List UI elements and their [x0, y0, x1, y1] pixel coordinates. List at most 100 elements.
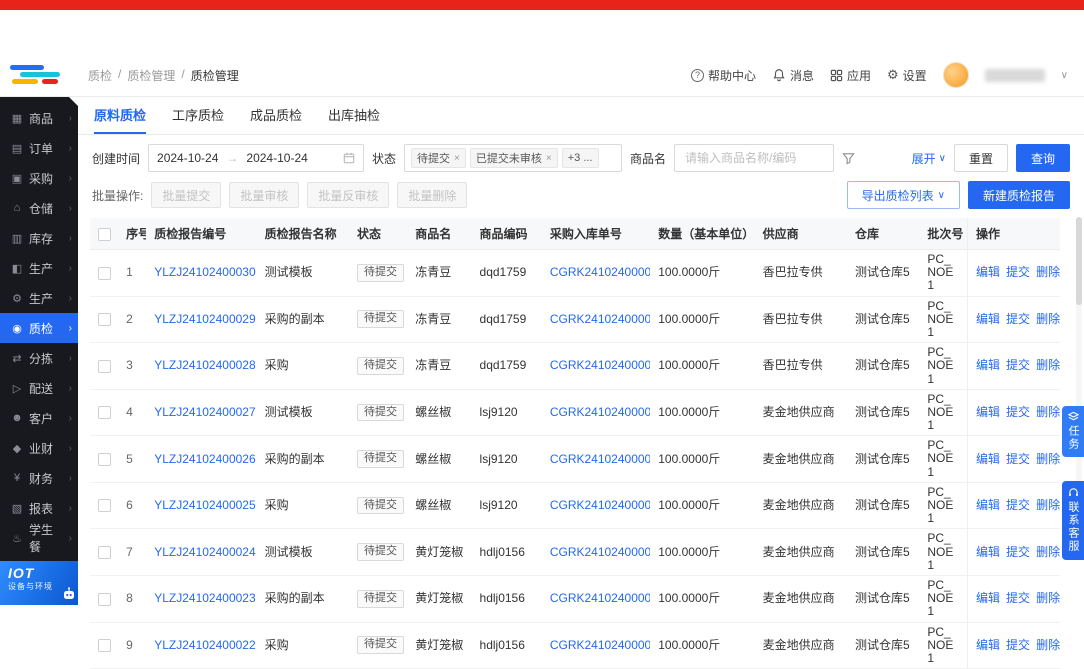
- status-tag-more[interactable]: +3 ...: [561, 148, 599, 168]
- submit-link[interactable]: 提交: [1006, 312, 1030, 326]
- date-range-picker[interactable]: 2024-10-24 → 2024-10-24: [148, 144, 365, 172]
- report-number-link[interactable]: YLZJ24102400022: [154, 638, 255, 652]
- close-icon[interactable]: ×: [454, 153, 460, 164]
- row-checkbox[interactable]: [98, 266, 111, 280]
- edit-link[interactable]: 编辑: [976, 638, 1000, 652]
- edit-link[interactable]: 编辑: [976, 545, 1000, 559]
- delete-link[interactable]: 删除: [1036, 405, 1060, 419]
- row-checkbox[interactable]: [98, 406, 111, 420]
- row-checkbox[interactable]: [98, 592, 111, 606]
- chevron-down-icon[interactable]: ∨: [1061, 70, 1068, 81]
- status-select[interactable]: 待提交 × 已提交未审核 × +3 ...: [404, 144, 623, 172]
- inbound-number-link[interactable]: CGRK24102400004: [550, 638, 650, 652]
- sidebar-item-production-2[interactable]: ⚙ 生产 ›: [0, 283, 78, 313]
- inbound-number-link[interactable]: CGRK24102400005: [550, 358, 650, 372]
- tab-finished-qc[interactable]: 成品质检: [250, 97, 302, 134]
- batch-submit-button[interactable]: 批量提交: [151, 182, 222, 208]
- tab-outbound-sampling[interactable]: 出库抽检: [328, 97, 380, 134]
- delete-link[interactable]: 删除: [1036, 545, 1060, 559]
- search-button[interactable]: 查询: [1015, 144, 1070, 172]
- delete-link[interactable]: 删除: [1036, 638, 1060, 652]
- apps-button[interactable]: 应用: [830, 67, 871, 84]
- breadcrumb-level-2[interactable]: 质检管理: [127, 67, 175, 84]
- report-number-link[interactable]: YLZJ24102400026: [154, 452, 255, 466]
- delete-link[interactable]: 删除: [1036, 452, 1060, 466]
- task-float-button[interactable]: 任务: [1062, 406, 1084, 457]
- edit-link[interactable]: 编辑: [976, 312, 1000, 326]
- expand-toggle[interactable]: 展开 ∨: [912, 150, 946, 167]
- batch-unreview-button[interactable]: 批量反审核: [307, 182, 390, 208]
- edit-link[interactable]: 编辑: [976, 265, 1000, 279]
- report-number-link[interactable]: YLZJ24102400029: [154, 312, 255, 326]
- inbound-number-link[interactable]: CGRK24102400004: [550, 591, 650, 605]
- report-number-link[interactable]: YLZJ24102400028: [154, 358, 255, 372]
- edit-link[interactable]: 编辑: [976, 358, 1000, 372]
- export-qc-list-button[interactable]: 导出质检列表 ∨: [846, 181, 960, 209]
- sidebar-item-biz-finance[interactable]: ◆ 业财 ›: [0, 433, 78, 463]
- avatar[interactable]: [942, 62, 969, 88]
- row-checkbox[interactable]: [98, 499, 111, 513]
- sidebar-item-orders[interactable]: ▤ 订单 ›: [0, 133, 78, 163]
- delete-link[interactable]: 删除: [1036, 265, 1060, 279]
- submit-link[interactable]: 提交: [1006, 452, 1030, 466]
- delete-link[interactable]: 删除: [1036, 312, 1060, 326]
- product-name-input[interactable]: [683, 150, 826, 166]
- sidebar-item-goods[interactable]: ▦ 商品 ›: [0, 103, 78, 133]
- breadcrumb-level-1[interactable]: 质检: [88, 67, 112, 84]
- batch-delete-button[interactable]: 批量删除: [397, 182, 468, 208]
- edit-link[interactable]: 编辑: [976, 591, 1000, 605]
- date-from-value[interactable]: 2024-10-24: [157, 151, 218, 165]
- sidebar-item-customers[interactable]: ☻ 客户 ›: [0, 403, 78, 433]
- batch-review-button[interactable]: 批量审核: [229, 182, 300, 208]
- sidebar-item-finance[interactable]: ¥ 财务 ›: [0, 463, 78, 493]
- row-checkbox[interactable]: [98, 359, 111, 373]
- new-qc-report-button[interactable]: 新建质检报告: [967, 181, 1070, 209]
- contact-support-float-button[interactable]: 联系客服: [1062, 481, 1084, 560]
- sidebar-item-warehouse[interactable]: ⌂ 仓储 ›: [0, 193, 78, 223]
- submit-link[interactable]: 提交: [1006, 498, 1030, 512]
- inbound-number-link[interactable]: CGRK24102400004: [550, 452, 650, 466]
- messages-button[interactable]: 消息: [772, 67, 814, 84]
- row-checkbox[interactable]: [98, 639, 111, 653]
- help-center-button[interactable]: ? 帮助中心: [690, 67, 756, 84]
- delete-link[interactable]: 删除: [1036, 498, 1060, 512]
- sidebar-item-reports[interactable]: ▧ 报表 ›: [0, 493, 78, 523]
- submit-link[interactable]: 提交: [1006, 638, 1030, 652]
- sidebar-item-quality[interactable]: ◉ 质检 ›: [0, 313, 78, 343]
- submit-link[interactable]: 提交: [1006, 405, 1030, 419]
- sidebar-item-production-1[interactable]: ◧ 生产 ›: [0, 253, 78, 283]
- submit-link[interactable]: 提交: [1006, 358, 1030, 372]
- delete-link[interactable]: 删除: [1036, 591, 1060, 605]
- inbound-number-link[interactable]: CGRK24102400005: [550, 265, 650, 279]
- reset-button[interactable]: 重置: [953, 144, 1008, 172]
- sidebar-item-student-meals[interactable]: ♨ 学生餐 ›: [0, 523, 78, 554]
- report-number-link[interactable]: YLZJ24102400024: [154, 545, 255, 559]
- report-number-link[interactable]: YLZJ24102400027: [154, 405, 255, 419]
- status-tag-pending[interactable]: 待提交 ×: [411, 148, 466, 168]
- select-all-checkbox[interactable]: [98, 227, 111, 241]
- report-number-link[interactable]: YLZJ24102400030: [154, 265, 255, 279]
- tab-raw-material-qc[interactable]: 原料质检: [94, 97, 147, 134]
- submit-link[interactable]: 提交: [1006, 545, 1030, 559]
- inbound-number-link[interactable]: CGRK24102400004: [550, 498, 650, 512]
- filter-funnel-icon[interactable]: [842, 152, 855, 165]
- edit-link[interactable]: 编辑: [976, 498, 1000, 512]
- edit-link[interactable]: 编辑: [976, 452, 1000, 466]
- inbound-number-link[interactable]: CGRK24102400004: [550, 545, 650, 559]
- row-checkbox[interactable]: [98, 545, 111, 559]
- report-number-link[interactable]: YLZJ24102400025: [154, 498, 255, 512]
- vertical-scrollbar-thumb[interactable]: [1076, 217, 1082, 305]
- sidebar-item-sorting[interactable]: ⇄ 分拣 ›: [0, 343, 78, 373]
- sidebar-item-purchase[interactable]: ▣ 采购 ›: [0, 163, 78, 193]
- submit-link[interactable]: 提交: [1006, 265, 1030, 279]
- report-number-link[interactable]: YLZJ24102400023: [154, 591, 255, 605]
- delete-link[interactable]: 删除: [1036, 358, 1060, 372]
- sidebar-item-delivery[interactable]: ▷ 配送 ›: [0, 373, 78, 403]
- close-icon[interactable]: ×: [546, 153, 552, 164]
- submit-link[interactable]: 提交: [1006, 591, 1030, 605]
- row-checkbox[interactable]: [98, 452, 111, 466]
- settings-button[interactable]: ⚙ 设置: [887, 67, 927, 84]
- date-to-value[interactable]: 2024-10-24: [246, 151, 307, 165]
- sidebar-item-inventory[interactable]: ▥ 库存 ›: [0, 223, 78, 253]
- inbound-number-link[interactable]: CGRK24102400004: [550, 405, 650, 419]
